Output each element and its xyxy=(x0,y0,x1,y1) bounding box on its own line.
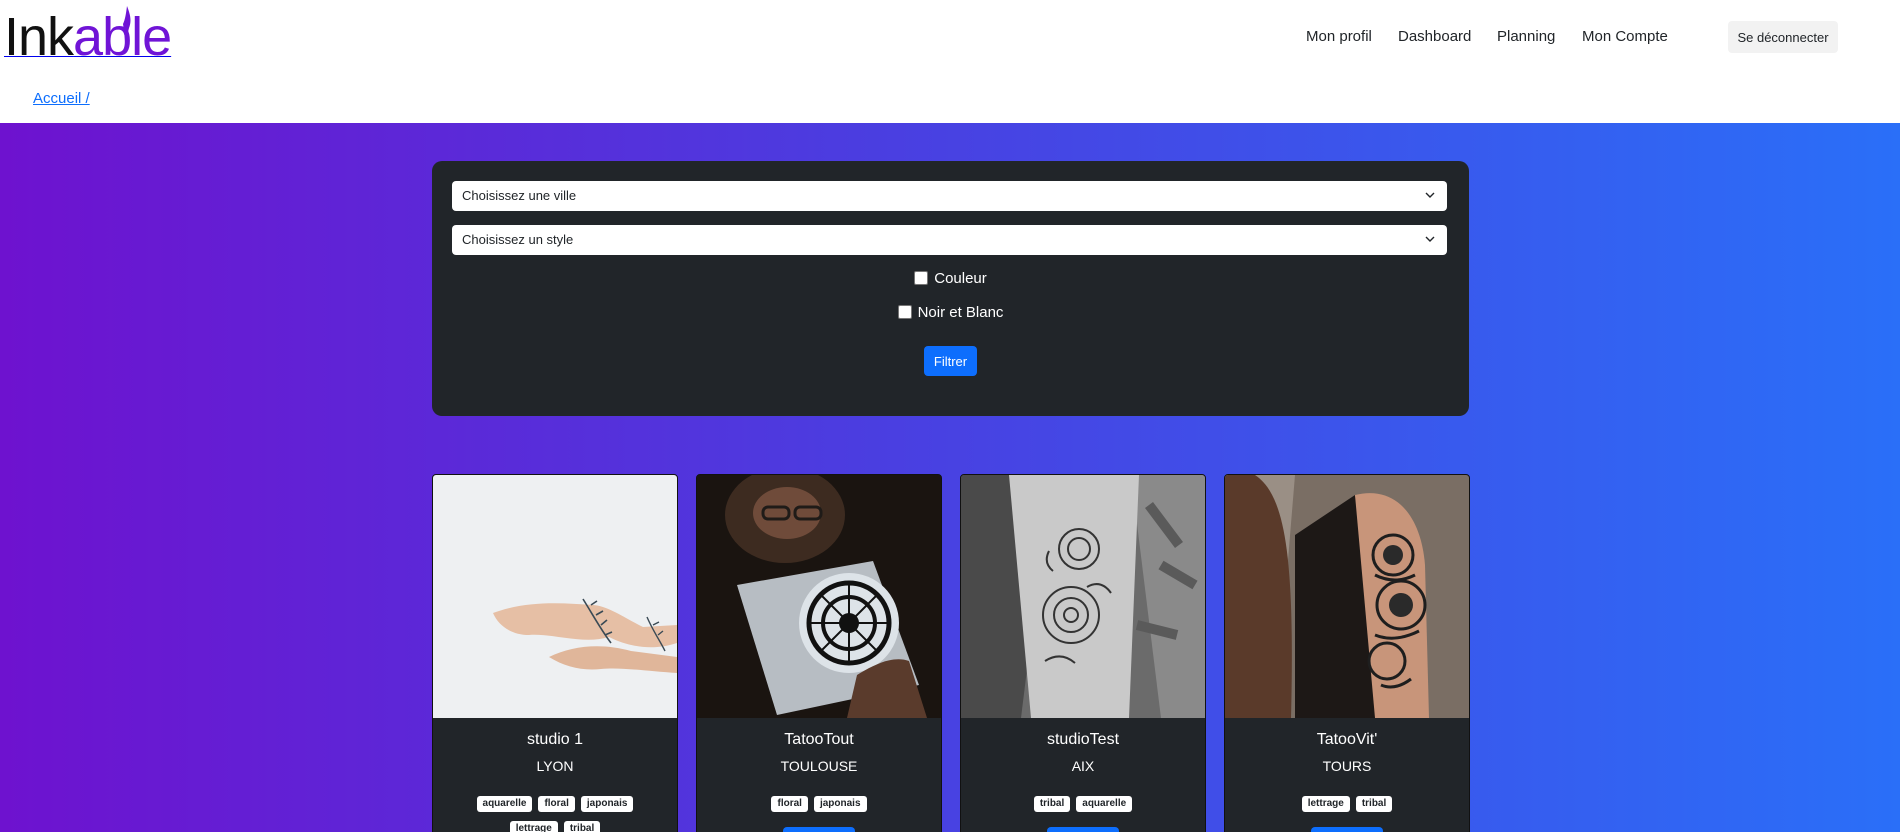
logo-text-ink: Ink xyxy=(4,7,74,67)
breadcrumb-home-link[interactable]: Accueil / xyxy=(33,90,90,107)
style-tag: japonais xyxy=(813,796,867,812)
studio-card: studioTest AIX tribal aquarelle xyxy=(960,474,1206,832)
top-navbar: Inkable Mon profil Dashboard Planning Mo… xyxy=(0,0,1900,123)
studio-name: studioTest xyxy=(1046,731,1120,748)
studio-card: TatooVit' TOURS lettrage tribal xyxy=(1224,474,1470,832)
bw-checkbox-label[interactable]: Noir et Blanc xyxy=(918,304,1004,321)
color-checkbox-label[interactable]: Couleur xyxy=(934,270,987,287)
style-select-value: Choisissez un style xyxy=(462,232,574,247)
studio-photo xyxy=(697,475,941,718)
studio-name: TatooVit' xyxy=(1316,731,1378,748)
studio-name: studio 1 xyxy=(526,731,584,748)
chevron-down-icon xyxy=(1425,236,1435,242)
studio-action-button[interactable] xyxy=(783,827,855,832)
style-tags: lettrage tribal xyxy=(1245,793,1449,818)
studio-card: studio 1 LYON aquarelle floral japonais let… xyxy=(432,474,678,832)
style-tag: lettrage xyxy=(1301,796,1350,812)
style-tag: aquarelle xyxy=(1076,796,1133,812)
style-tag: lettrage xyxy=(509,821,558,832)
studio-city: LYON xyxy=(536,758,574,774)
nav-dashboard[interactable]: Dashboard xyxy=(1398,28,1471,45)
nav-planning[interactable]: Planning xyxy=(1497,28,1555,45)
filter-button[interactable]: Filtrer xyxy=(924,346,977,376)
studio-photo xyxy=(433,475,677,718)
city-select-value: Choisissez une ville xyxy=(462,188,577,203)
studio-action-button[interactable] xyxy=(1047,827,1119,832)
style-tags: floral japonais xyxy=(717,793,921,818)
style-tag: tribal xyxy=(1033,796,1071,812)
studio-photo xyxy=(1225,475,1469,718)
nav-mon-compte[interactable]: Mon Compte xyxy=(1582,28,1668,45)
studio-city: TOURS xyxy=(1322,758,1372,774)
inkable-logo[interactable]: Inkable xyxy=(4,2,172,72)
style-tag: aquarelle xyxy=(476,796,533,812)
filter-panel: Choisissez une ville Choisissez un style… xyxy=(432,161,1469,416)
nav-mon-profil[interactable]: Mon profil xyxy=(1306,28,1372,45)
style-tag: tribal xyxy=(1355,796,1393,812)
style-tag: tribal xyxy=(563,821,601,832)
color-checkbox[interactable] xyxy=(914,271,929,285)
studio-city: AIX xyxy=(1071,758,1095,774)
logout-button[interactable]: Se déconnecter xyxy=(1728,21,1838,53)
style-tags: aquarelle floral japonais lettrage tribal xyxy=(453,793,657,832)
bw-checkbox-row: Noir et Blanc xyxy=(432,304,1469,321)
logo-flame-icon xyxy=(123,6,131,46)
style-tag: floral xyxy=(538,796,575,812)
breadcrumb: Accueil / xyxy=(33,90,90,107)
search-section: Choisissez une ville Choisissez un style… xyxy=(0,123,1900,832)
style-tag: floral xyxy=(771,796,808,812)
studio-name: TatooTout xyxy=(784,731,854,748)
studio-city: TOULOUSE xyxy=(780,758,858,774)
city-select[interactable]: Choisissez une ville xyxy=(452,181,1447,211)
style-tag: japonais xyxy=(580,796,634,812)
bw-checkbox[interactable] xyxy=(897,305,912,319)
style-select[interactable]: Choisissez un style xyxy=(452,225,1447,255)
studio-card: TatooTout TOULOUSE floral japonais xyxy=(696,474,942,832)
chevron-down-icon xyxy=(1425,192,1435,198)
studio-action-button[interactable] xyxy=(1311,827,1383,832)
color-checkbox-row: Couleur xyxy=(432,270,1469,287)
studio-photo xyxy=(961,475,1205,718)
style-tags: tribal aquarelle xyxy=(981,793,1185,818)
